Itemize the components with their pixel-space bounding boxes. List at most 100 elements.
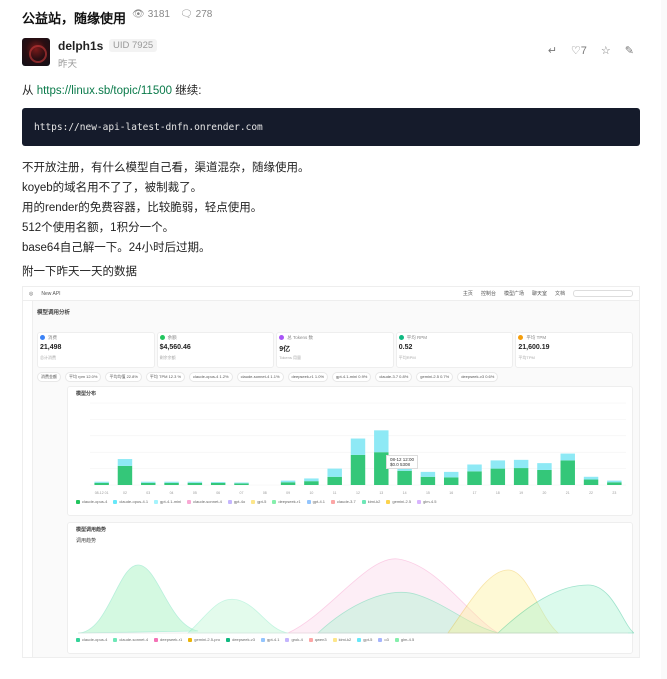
from-prefix: 从 [22, 85, 34, 97]
embedded-screenshot[interactable]: ◎ New API 主页 控制台 模型广场 聊天室 文档 模型调用分析 消费 2… [22, 286, 640, 658]
shot-logo-icon: ◎ [29, 290, 34, 297]
bar[interactable] [280, 482, 296, 485]
replies-count: 278 [195, 9, 213, 20]
chip: gemini-2.5 0.7% [416, 372, 454, 382]
avatar[interactable] [22, 38, 50, 66]
bar[interactable] [420, 476, 436, 485]
bar[interactable] [280, 480, 296, 483]
legend-label: gpt-4.1-mini [160, 499, 182, 504]
bar[interactable] [164, 481, 179, 483]
bar[interactable] [537, 469, 552, 485]
bar[interactable] [304, 481, 319, 485]
bar[interactable] [560, 460, 575, 485]
x-tick-label: 18 [496, 491, 500, 495]
bar[interactable] [187, 481, 203, 483]
topic-link[interactable]: https://linux.sb/topic/11500 [37, 85, 172, 97]
bar[interactable] [583, 479, 599, 485]
bar[interactable] [234, 483, 249, 485]
bar[interactable] [420, 471, 436, 477]
chip: 平均 rpm 12.0% [65, 372, 102, 382]
x-tick-label: 03 [146, 491, 150, 495]
bar[interactable] [560, 453, 575, 461]
bar[interactable] [94, 481, 109, 483]
legend-label: deepseek-r1 [160, 637, 183, 642]
legend-item: gpt-4.1 [306, 499, 325, 504]
heart-icon: ♡ [570, 45, 581, 57]
trend-area [186, 598, 289, 634]
legend-item: grok-4 [285, 637, 303, 642]
legend-item: glm-4.5 [394, 637, 415, 642]
shot-nav-item: 文档 [554, 291, 565, 297]
bar[interactable] [327, 468, 342, 477]
author-name[interactable]: delph1s [58, 39, 103, 53]
bar[interactable] [187, 482, 203, 485]
bar[interactable] [350, 454, 366, 485]
legend-label: o3 [384, 637, 389, 642]
post-lines: 不开放注册，有什么模型自己看，渠道混杂，随缘使用。 koyeb的域名用不了了，被… [22, 158, 310, 258]
continue-line: 从 https://linux.sb/topic/11500 继续: [22, 82, 640, 102]
edit-icon[interactable]: ✎ [625, 44, 634, 57]
bar[interactable] [94, 482, 109, 485]
shot-nav-item: 主页 [462, 291, 473, 297]
bar[interactable] [234, 482, 249, 484]
x-tick-label: 20 [542, 491, 546, 495]
legend-label: claude-opus-4 [82, 637, 108, 642]
card-value: $4,560.46 [159, 344, 191, 351]
star-icon[interactable]: ☆ [601, 44, 611, 57]
chip: 平均均值 22.8% [105, 372, 142, 382]
legend-label: deepseek-r1 [278, 499, 301, 504]
bar[interactable] [607, 482, 622, 485]
bar[interactable] [607, 480, 622, 483]
post-date[interactable]: 昨天 [58, 56, 77, 70]
bar[interactable] [210, 481, 226, 483]
bar[interactable] [164, 482, 179, 485]
bar[interactable] [467, 464, 482, 472]
like-button[interactable]: ♡7 [571, 44, 587, 57]
card-label: 消费 [48, 335, 57, 340]
bar[interactable] [210, 482, 226, 485]
bar[interactable] [397, 470, 412, 485]
legend-item: claude-sonnet-4 [113, 637, 148, 642]
bar[interactable] [443, 471, 459, 478]
bar[interactable] [117, 459, 133, 466]
chip: deepseek-r1 1.0% [287, 372, 328, 382]
bar[interactable] [513, 468, 529, 485]
chip: claude-opus-4 1.2% [189, 372, 233, 382]
legend-item: gemini-2.5 [386, 499, 411, 504]
bar[interactable] [513, 459, 529, 469]
bar[interactable] [467, 471, 482, 485]
page-scrollbar[interactable] [661, 0, 667, 679]
card-value: 0.52 [398, 344, 413, 351]
legend-label: glm-4.5 [423, 499, 437, 504]
bar[interactable] [537, 463, 552, 470]
legend-label: deepseek-v3 [232, 637, 255, 642]
shot-sidebar [23, 301, 33, 657]
chart1-panel: 模型分布 08-12 01 02 03 04 05 06 07 08 09 10 11 12 13 14 1… [67, 386, 633, 516]
bar[interactable] [327, 476, 342, 485]
reply-icon[interactable]: ↵ [548, 44, 557, 57]
bar[interactable] [374, 430, 389, 453]
shot-topbar: ◎ New API 主页 控制台 模型广场 聊天室 文档 [23, 287, 639, 301]
bar[interactable] [350, 438, 366, 455]
bar[interactable] [141, 481, 156, 483]
topic-title: 公益站，随缘使用 [22, 11, 127, 26]
legend-label: claude-sonnet-4 [119, 637, 149, 642]
chart1-title: 模型分布 [76, 391, 97, 397]
bar[interactable] [490, 460, 506, 469]
chart2-sub: 调用趋势 [76, 538, 97, 544]
bar[interactable] [117, 465, 133, 485]
bar[interactable] [304, 478, 319, 482]
card-icon [279, 335, 285, 340]
bar[interactable] [443, 477, 459, 485]
bar[interactable] [490, 468, 506, 485]
bar[interactable] [583, 476, 599, 480]
legend-label: glm-4.5 [400, 637, 415, 642]
x-tick-label: 23 [612, 491, 616, 495]
card-sub: 平均TPM [518, 355, 535, 360]
x-tick-label: 21 [566, 491, 570, 495]
legend-item: claude-3.7 [331, 499, 356, 504]
legend-label: claude-sonnet-4 [193, 499, 222, 504]
bar[interactable] [141, 482, 156, 485]
legend-item: claude-opus-4.1 [113, 499, 148, 504]
legend-label: claude-opus-4 [82, 499, 108, 504]
